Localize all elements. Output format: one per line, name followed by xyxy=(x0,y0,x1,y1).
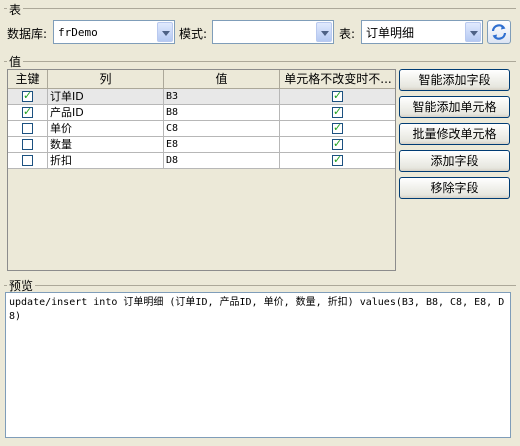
table-section-title: 表 xyxy=(7,1,24,18)
no-update-checkbox[interactable] xyxy=(332,105,343,118)
header-no-update[interactable]: 单元格不改变时不... xyxy=(280,70,396,88)
header-column[interactable]: 列 xyxy=(48,70,164,88)
chevron-down-icon[interactable] xyxy=(316,22,332,42)
cell-value[interactable]: C8 xyxy=(164,121,280,137)
cell-value[interactable]: D8 xyxy=(164,153,280,169)
refresh-icon xyxy=(491,24,507,40)
no-update-checkbox[interactable] xyxy=(332,153,343,166)
table-section-divider xyxy=(4,8,516,9)
cell-value[interactable]: B8 xyxy=(164,105,280,121)
no-update-checkbox[interactable] xyxy=(332,137,343,150)
sql-preview-text[interactable]: update/insert into 订单明细 (订单ID, 产品ID, 单价,… xyxy=(5,292,511,438)
smart-add-field-button[interactable]: 智能添加字段 xyxy=(399,69,510,91)
no-update-checkbox[interactable] xyxy=(332,89,343,102)
preview-section-divider xyxy=(4,285,516,286)
add-field-button[interactable]: 添加字段 xyxy=(399,150,510,172)
cell-no-update xyxy=(280,137,395,153)
values-table[interactable]: 主键 列 值 单元格不改变时不... 订单IDB3产品IDB8单价C8数量E8折… xyxy=(7,69,396,271)
cell-primary-key xyxy=(8,137,48,153)
cell-value[interactable]: B3 xyxy=(164,89,280,105)
database-select[interactable]: frDemo xyxy=(53,20,175,44)
primary-key-checkbox[interactable] xyxy=(22,123,33,134)
cell-primary-key xyxy=(8,105,48,121)
primary-key-checkbox[interactable] xyxy=(22,89,33,102)
database-label: 数据库: xyxy=(7,27,48,41)
remove-field-button[interactable]: 移除字段 xyxy=(399,177,510,199)
chevron-down-icon[interactable] xyxy=(157,22,173,42)
cell-column[interactable]: 折扣 xyxy=(48,153,164,169)
cell-value[interactable]: E8 xyxy=(164,137,280,153)
cell-primary-key xyxy=(8,153,48,169)
table-row[interactable]: 订单IDB3 xyxy=(8,89,395,105)
table-row[interactable]: 单价 C8 xyxy=(8,121,395,137)
schema-label: 模式: xyxy=(179,27,208,41)
table-row[interactable]: 产品IDB8 xyxy=(8,105,395,121)
table-value: 订单明细 xyxy=(366,26,415,40)
table-label: 表: xyxy=(339,27,356,41)
cell-no-update xyxy=(280,105,395,121)
refresh-button[interactable] xyxy=(487,20,511,44)
database-value: frDemo xyxy=(58,26,98,39)
values-section-divider xyxy=(4,61,516,62)
header-value[interactable]: 值 xyxy=(164,70,280,88)
cell-primary-key xyxy=(8,121,48,137)
primary-key-checkbox[interactable] xyxy=(22,105,33,118)
smart-add-cell-button[interactable]: 智能添加单元格 xyxy=(399,96,510,118)
table-header: 主键 列 值 单元格不改变时不... xyxy=(8,70,395,89)
cell-column[interactable]: 产品ID xyxy=(48,105,164,121)
cell-column[interactable]: 单价 xyxy=(48,121,164,137)
cell-column[interactable]: 数量 xyxy=(48,137,164,153)
cell-no-update xyxy=(280,121,395,137)
values-section-title: 值 xyxy=(7,53,24,70)
chevron-down-icon[interactable] xyxy=(465,22,481,42)
table-select[interactable]: 订单明细 xyxy=(361,20,483,44)
table-row[interactable]: 折扣 D8 xyxy=(8,153,395,169)
cell-primary-key xyxy=(8,89,48,105)
primary-key-checkbox[interactable] xyxy=(22,139,33,150)
no-update-checkbox[interactable] xyxy=(332,121,343,134)
cell-no-update xyxy=(280,153,395,169)
header-primary-key[interactable]: 主键 xyxy=(8,70,48,88)
schema-select[interactable] xyxy=(212,20,334,44)
table-row[interactable]: 数量 E8 xyxy=(8,137,395,153)
cell-column[interactable]: 订单ID xyxy=(48,89,164,105)
cell-no-update xyxy=(280,89,395,105)
batch-modify-cell-button[interactable]: 批量修改单元格 xyxy=(399,123,510,145)
primary-key-checkbox[interactable] xyxy=(22,155,33,166)
